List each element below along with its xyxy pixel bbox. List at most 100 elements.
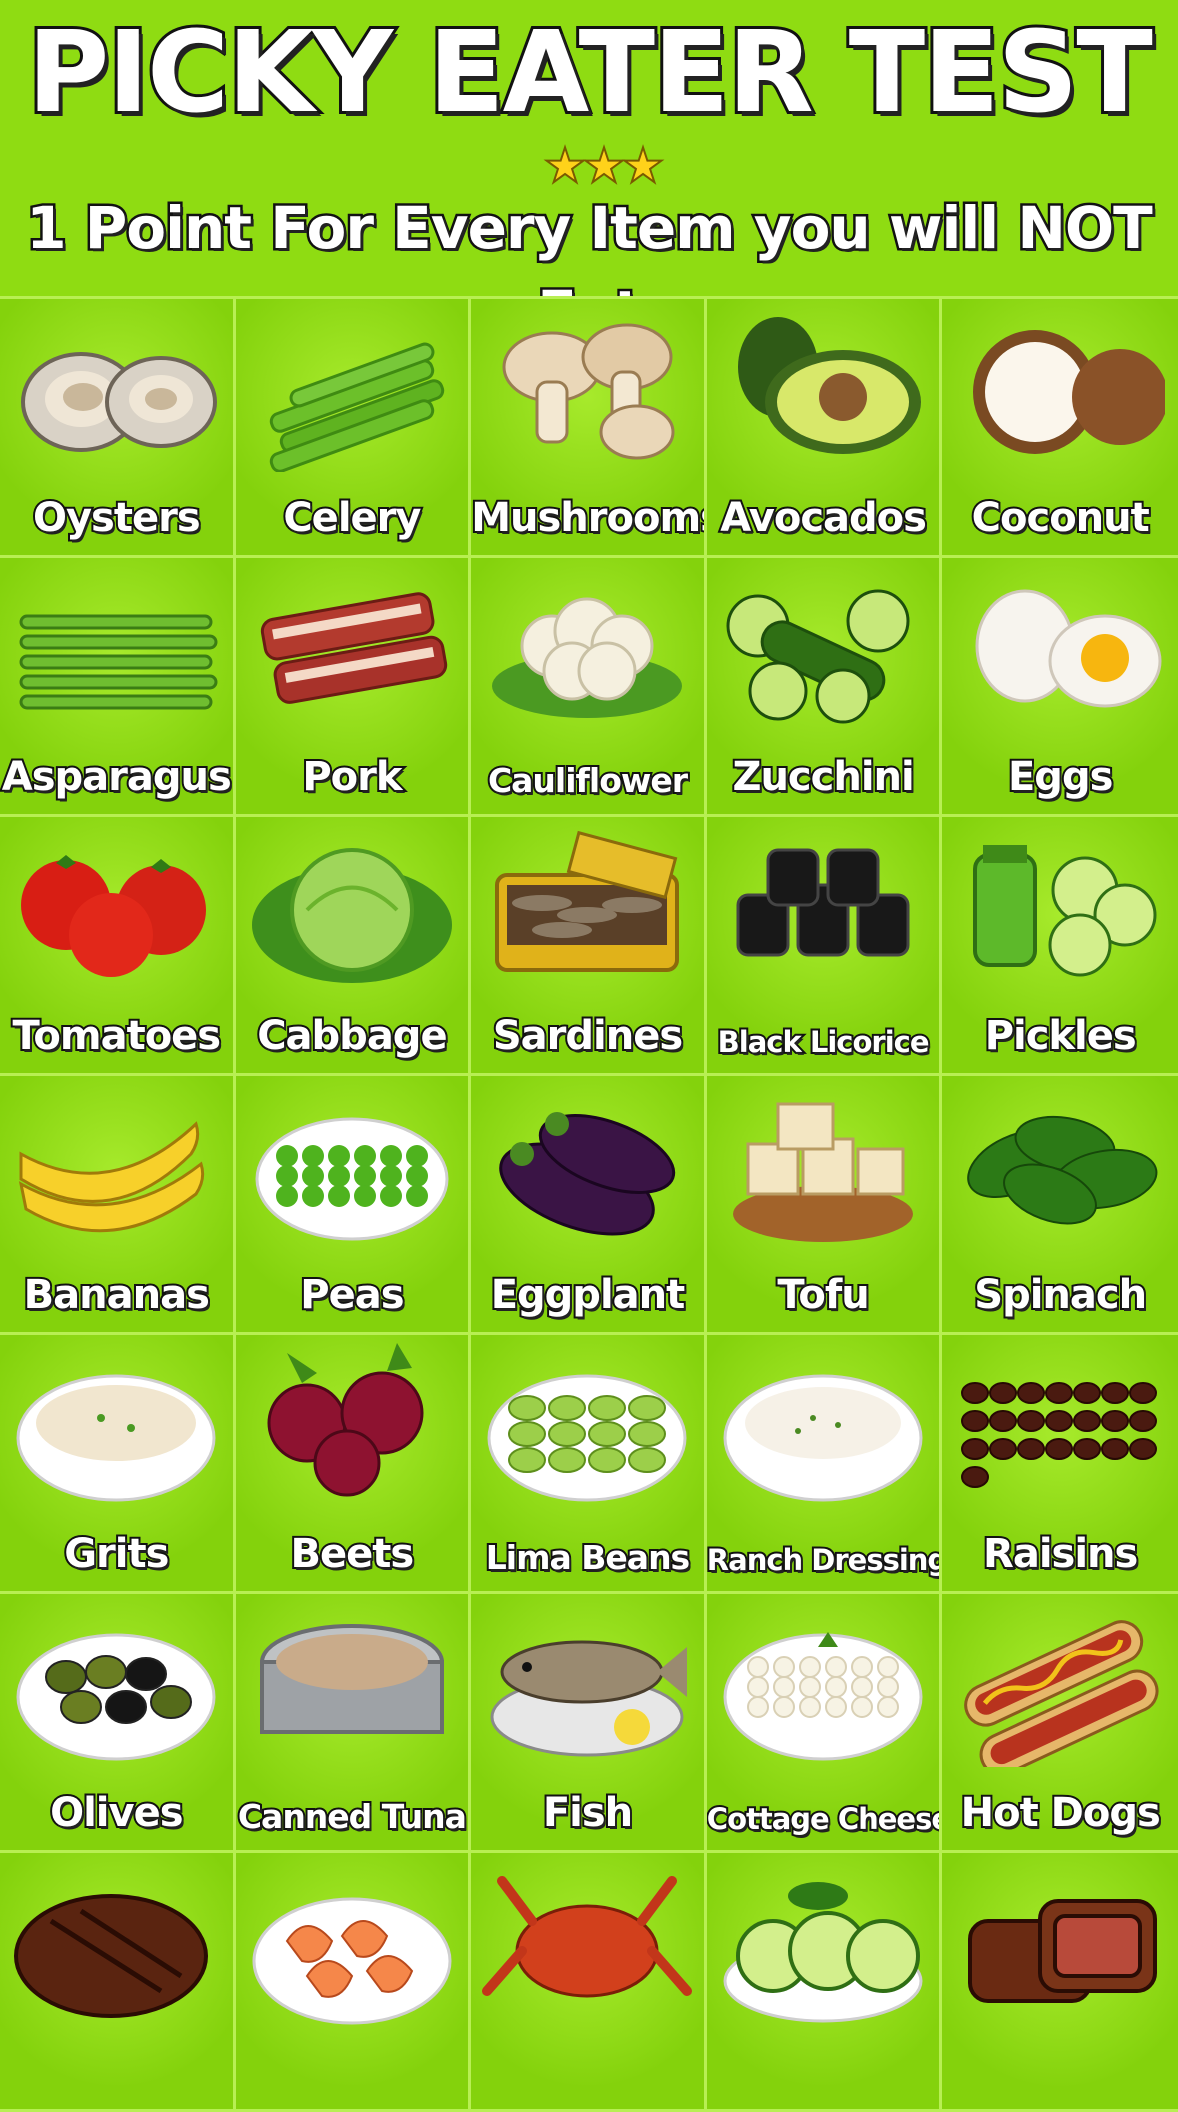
pork-icon — [244, 566, 461, 731]
food-tile: Olives — [0, 1594, 236, 1853]
food-tile: Grits — [0, 1335, 236, 1594]
ranch-dressing-icon — [715, 1343, 932, 1508]
eggplant-icon — [479, 1084, 696, 1249]
food-label: Raisins — [981, 1529, 1140, 1579]
food-tile — [942, 1853, 1178, 2112]
food-label: Cauliflower — [486, 759, 690, 802]
food-tile: Tomatoes — [0, 817, 236, 1076]
food-tile: Pork — [235, 558, 472, 817]
food-tile: Cauliflower — [471, 558, 707, 817]
crab-icon — [479, 1861, 696, 2026]
food-tile: Ranch Dressing — [706, 1335, 943, 1594]
food-tile: Avocados — [706, 299, 943, 558]
food-label: Tomatoes — [10, 1011, 223, 1061]
food-tile: Sardines — [471, 817, 707, 1076]
stars-decoration: ★★★ — [542, 138, 665, 194]
cottage-cheese-icon — [715, 1602, 932, 1767]
food-label: Bananas — [22, 1270, 212, 1320]
food-label: Cottage Cheese — [706, 1800, 943, 1838]
cabbage-icon — [244, 825, 461, 990]
cucumber-icon — [715, 1861, 932, 2026]
cauliflower-icon — [479, 566, 696, 731]
food-label: Tofu — [775, 1270, 871, 1320]
food-tile: Asparagus — [0, 558, 236, 817]
food-tile: Spinach — [942, 1076, 1178, 1335]
avocado-icon — [715, 307, 932, 472]
mushrooms-icon — [479, 307, 696, 472]
food-label: Beets — [289, 1529, 417, 1579]
food-label: Coconut — [970, 493, 1152, 543]
food-tile: Peas — [235, 1076, 472, 1335]
food-tile: Mushrooms — [471, 299, 707, 558]
olives-icon — [8, 1602, 225, 1767]
food-tile: Tofu — [706, 1076, 943, 1335]
food-label: Eggplant — [489, 1270, 688, 1320]
sardines-icon — [479, 825, 696, 990]
food-tile: Coconut — [942, 299, 1178, 558]
raisins-icon — [950, 1343, 1170, 1508]
food-label: Sardines — [491, 1011, 685, 1061]
food-label: Eggs — [1006, 752, 1115, 802]
oysters-icon — [8, 307, 225, 472]
celery-icon — [244, 307, 461, 472]
beef-icon — [950, 1861, 1170, 2026]
food-label: Olives — [48, 1788, 185, 1838]
page-title: PICKY EATER TEST — [24, 5, 1155, 141]
beets-icon — [244, 1343, 461, 1508]
spinach-icon — [950, 1084, 1170, 1249]
food-tile: Eggplant — [471, 1076, 707, 1335]
food-label: Ranch Dressing — [706, 1541, 943, 1579]
steak-icon — [8, 1861, 225, 2026]
food-label: Avocados — [718, 493, 929, 543]
zucchini-icon — [715, 566, 932, 731]
food-tile: Eggs — [942, 558, 1178, 817]
food-tile: Lima Beans — [471, 1335, 707, 1594]
food-tile: Cottage Cheese — [706, 1594, 943, 1853]
pickles-icon — [950, 825, 1170, 990]
food-label: Lima Beans — [484, 1536, 692, 1579]
food-tile — [235, 1853, 472, 2112]
tomatoes-icon — [8, 825, 225, 990]
food-label: Asparagus — [0, 752, 233, 802]
bananas-icon — [8, 1084, 225, 1249]
food-tile: Black Licorice — [706, 817, 943, 1076]
food-tile: Pickles — [942, 817, 1178, 1076]
food-label: Cabbage — [255, 1011, 449, 1061]
food-label: Mushrooms — [471, 493, 707, 543]
food-label: Black Licorice — [716, 1023, 932, 1061]
shrimp-icon — [244, 1861, 461, 2026]
food-label: Hot Dogs — [959, 1788, 1163, 1838]
food-tile — [706, 1853, 943, 2112]
asparagus-icon — [8, 566, 225, 731]
lima-beans-icon — [479, 1343, 696, 1508]
hot-dogs-icon — [950, 1602, 1170, 1767]
food-tile — [0, 1853, 236, 2112]
food-tile — [471, 1853, 707, 2112]
food-label: Grits — [62, 1529, 171, 1579]
food-label: Fish — [541, 1788, 635, 1838]
canned-tuna-icon — [244, 1602, 461, 1767]
food-label: Celery — [281, 493, 423, 543]
eggs-icon — [950, 566, 1170, 731]
food-tile: Bananas — [0, 1076, 236, 1335]
food-tile: Raisins — [942, 1335, 1178, 1594]
food-tile: Fish — [471, 1594, 707, 1853]
food-label: Peas — [298, 1270, 406, 1320]
food-tile: Cabbage — [235, 817, 472, 1076]
food-tile: Zucchini — [706, 558, 943, 817]
coconut-icon — [950, 307, 1170, 472]
food-grid: Oysters Celery Mushrooms Avocados Coconut Asp… — [0, 296, 1178, 2112]
food-label: Oysters — [31, 493, 203, 543]
food-label: Spinach — [972, 1270, 1149, 1320]
tofu-icon — [715, 1084, 932, 1249]
food-tile: Hot Dogs — [942, 1594, 1178, 1853]
fish-icon — [479, 1602, 696, 1767]
food-tile: Beets — [235, 1335, 472, 1594]
food-label: Pickles — [983, 1011, 1139, 1061]
food-label: Canned Tuna — [236, 1795, 468, 1838]
food-label: Pork — [300, 752, 404, 802]
grits-icon — [8, 1343, 225, 1508]
peas-icon — [244, 1084, 461, 1249]
food-tile: Celery — [235, 299, 472, 558]
food-tile: Canned Tuna — [235, 1594, 472, 1853]
